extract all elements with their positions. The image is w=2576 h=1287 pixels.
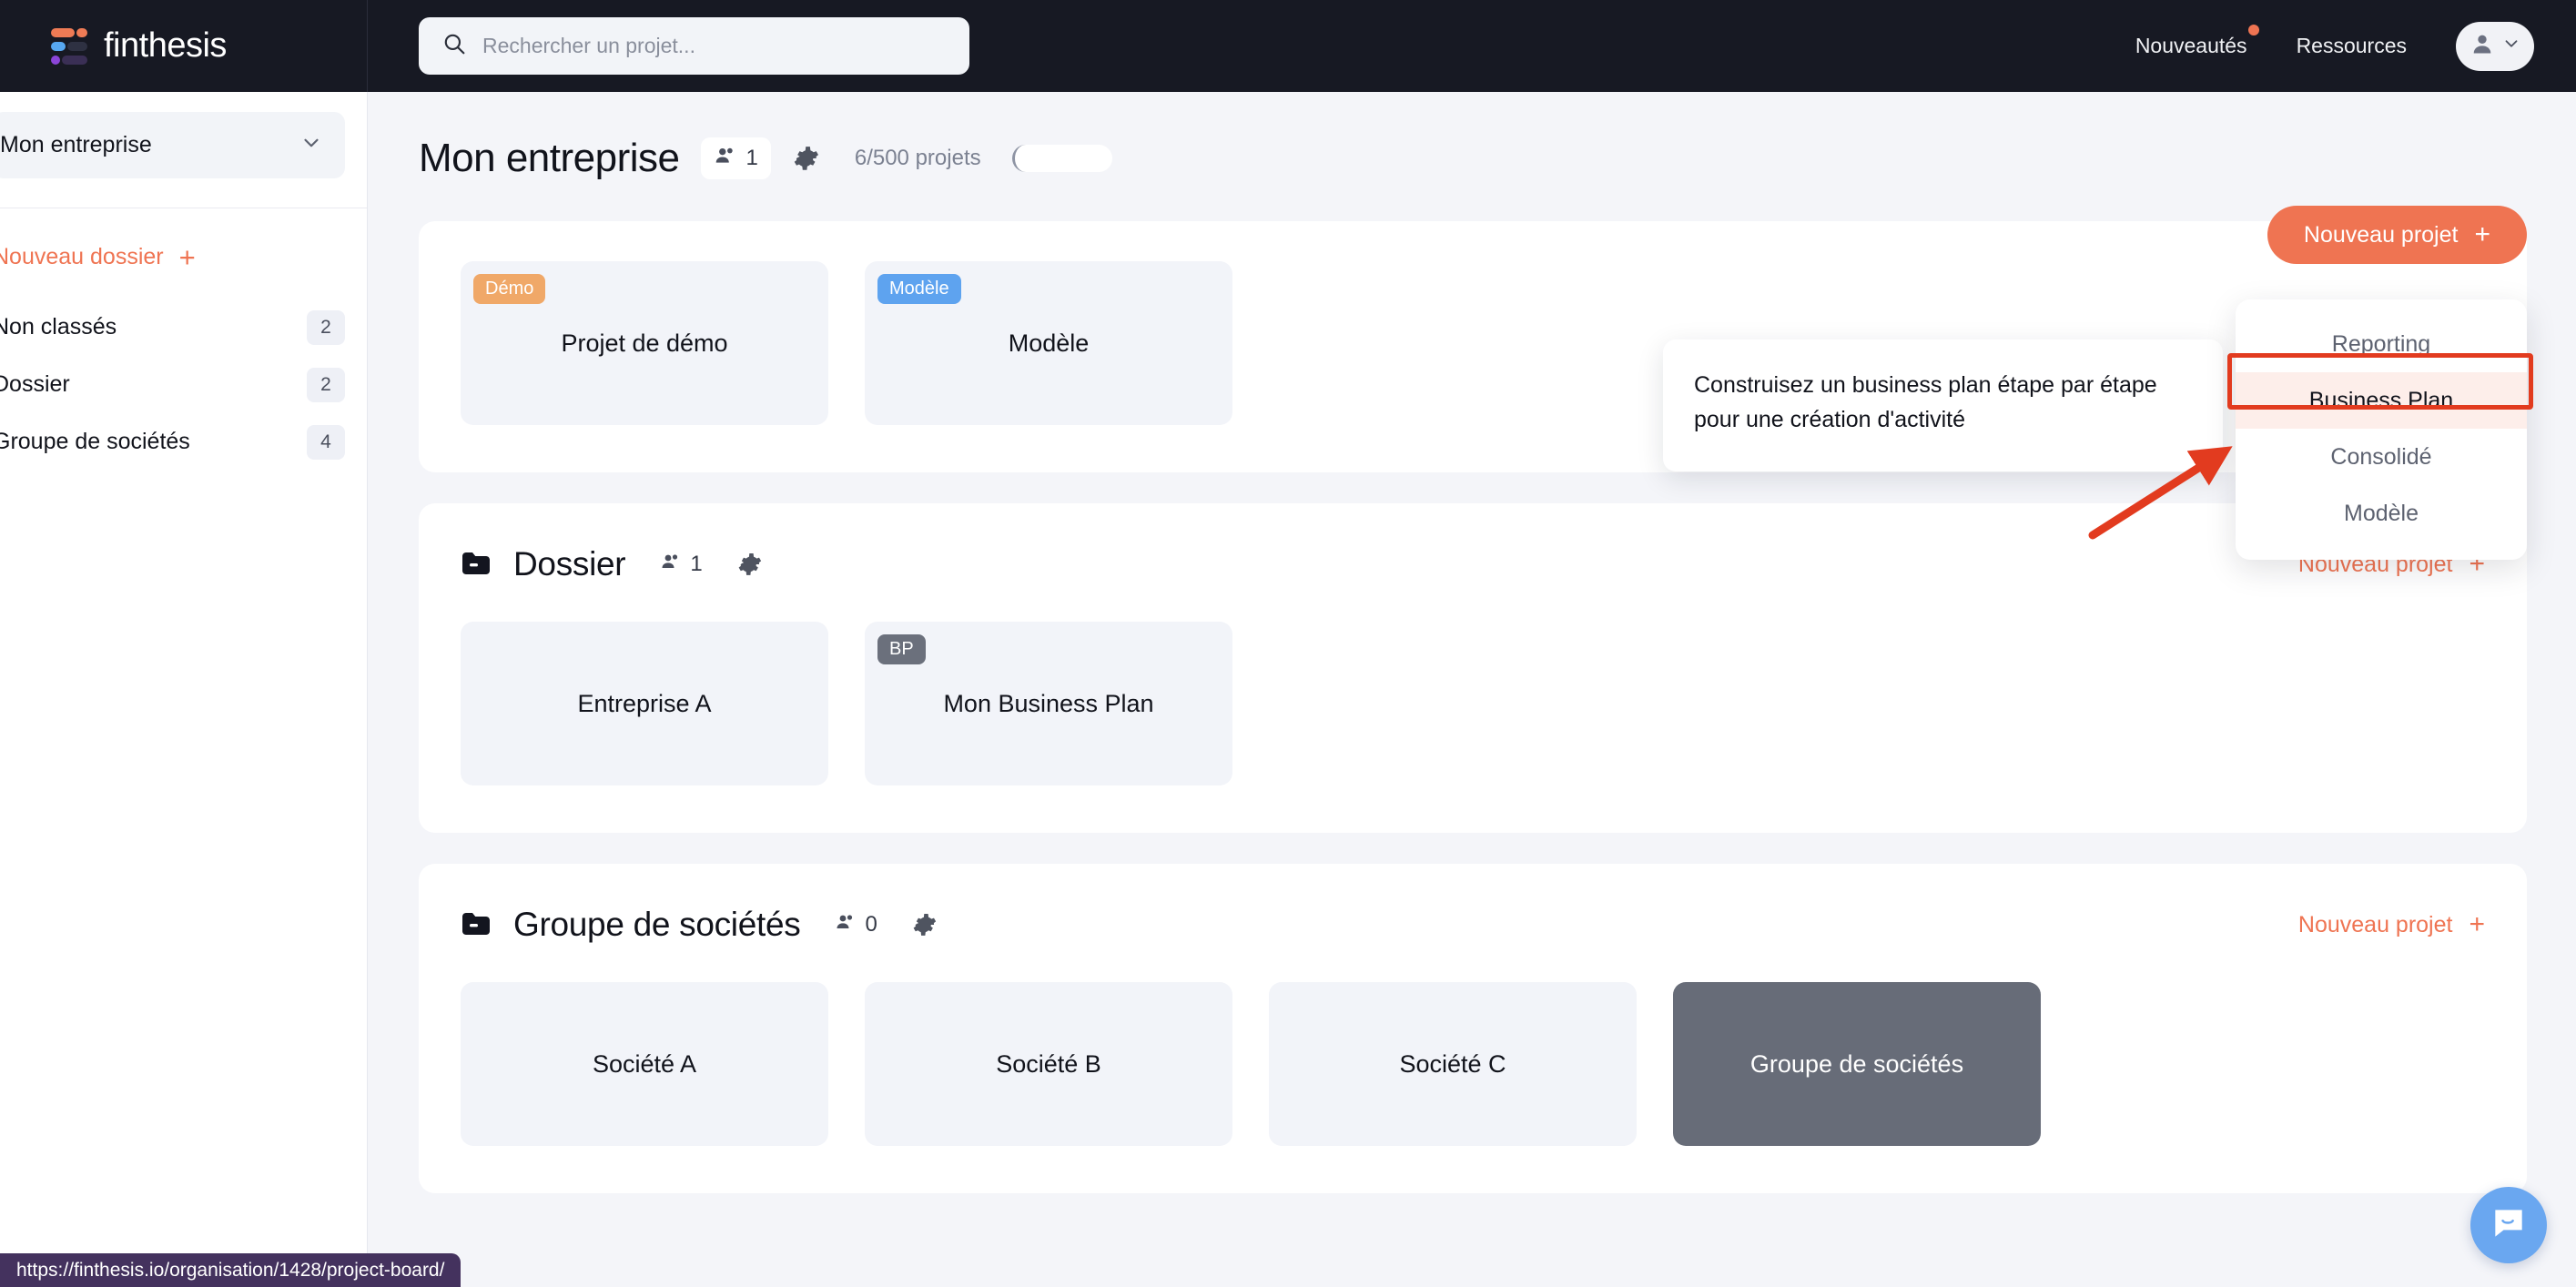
nav-right-group: Nouveautés Ressources xyxy=(2135,21,2576,71)
dropdown-item-business-plan[interactable]: Business Plan xyxy=(2236,372,2527,429)
status-badge: Modèle xyxy=(877,274,961,304)
project-card-name: Mon Business Plan xyxy=(943,689,1154,717)
plus-icon: + xyxy=(2474,219,2490,249)
quota-label: 6/500 projets xyxy=(854,146,981,170)
project-card-societe-a[interactable]: Société A xyxy=(461,982,828,1146)
project-card-societe-c[interactable]: Société C xyxy=(1269,982,1637,1146)
gear-icon[interactable] xyxy=(912,912,938,937)
panel-header: Dossier 1 Nouveau projet + xyxy=(461,543,2485,585)
dropdown-item-reporting[interactable]: Reporting xyxy=(2236,316,2527,372)
sidebar: Mon entreprise Nouveau dossier + Non cla… xyxy=(0,92,368,1287)
members-count: 1 xyxy=(690,552,703,576)
project-card-societe-b[interactable]: Société B xyxy=(865,982,1232,1146)
main-content: Mon entreprise 1 6/500 projets Nouveau p… xyxy=(368,92,2576,1287)
panel-groupe-de-societes: Groupe de sociétés 0 Nouveau projet + So… xyxy=(419,864,2527,1193)
new-project-button-label: Nouveau projet xyxy=(2303,221,2459,248)
account-menu-button[interactable] xyxy=(2456,21,2534,71)
members-icon xyxy=(714,144,737,174)
chevron-down-icon xyxy=(2501,34,2521,58)
plus-icon: + xyxy=(2469,909,2485,939)
plus-icon: + xyxy=(178,241,196,273)
project-card-mon-business-plan[interactable]: BP Mon Business Plan xyxy=(865,622,1232,785)
members-icon xyxy=(660,551,682,579)
sidebar-item-label: Groupe de sociétés xyxy=(0,429,190,454)
org-selector-label: Mon entreprise xyxy=(0,132,152,157)
project-card-name: Société C xyxy=(1399,1049,1506,1078)
search-icon xyxy=(442,32,466,60)
sidebar-item-groupe-de-societes[interactable]: Groupe de sociétés 4 xyxy=(0,413,367,471)
gear-icon[interactable] xyxy=(793,145,820,172)
project-card-name: Projet de démo xyxy=(561,329,728,357)
dropdown-item-label: Business Plan xyxy=(2308,387,2454,413)
panel-header: Groupe de sociétés 0 Nouveau projet + xyxy=(461,904,2485,946)
card-grid: Société A Société B Société C Groupe de … xyxy=(461,982,2485,1146)
search-box[interactable] xyxy=(419,17,969,75)
new-project-dropdown-menu: Reporting Business Plan Consolidé Modèle xyxy=(2236,299,2527,560)
members-count: 0 xyxy=(865,912,877,937)
status-badge: Démo xyxy=(473,274,546,304)
members-badge[interactable]: 1 xyxy=(647,543,715,585)
status-badge: BP xyxy=(877,634,926,664)
panel-new-project-link[interactable]: Nouveau projet + xyxy=(2298,911,2485,938)
org-selector[interactable]: Mon entreprise xyxy=(0,112,345,178)
project-card-entreprise-a[interactable]: Entreprise A xyxy=(461,622,828,785)
page-header: Mon entreprise 1 6/500 projets xyxy=(368,92,2576,181)
folder-collapse-icon[interactable] xyxy=(461,911,492,938)
dropdown-item-label: Consolidé xyxy=(2330,443,2432,470)
members-icon xyxy=(835,911,857,939)
project-card-name: Entreprise A xyxy=(577,689,712,717)
dropdown-item-label: Modèle xyxy=(2344,500,2419,526)
sidebar-item-dossier[interactable]: Dossier 2 xyxy=(0,356,367,413)
page-title: Mon entreprise xyxy=(419,136,680,180)
sidebar-item-count: 2 xyxy=(307,309,345,345)
members-badge[interactable]: 1 xyxy=(701,137,771,179)
gear-icon[interactable] xyxy=(737,552,763,577)
project-card-groupe-de-societes[interactable]: Groupe de sociétés xyxy=(1673,982,2041,1146)
search-zone xyxy=(368,17,2135,75)
sidebar-item-label: Non classés xyxy=(0,314,117,339)
brand-zone[interactable]: finthesis xyxy=(0,0,368,92)
project-card-name: Modèle xyxy=(1008,329,1090,357)
browser-status-url: https://finthesis.io/organisation/1428/p… xyxy=(0,1253,461,1287)
quota-progress-bar xyxy=(1011,145,1112,172)
top-navigation-bar: finthesis Nouveautés Ressources xyxy=(0,0,2576,92)
project-card-modele[interactable]: Modèle Modèle xyxy=(865,261,1232,425)
sidebar-item-count: 2 xyxy=(307,367,345,402)
nav-link-ressources-label: Ressources xyxy=(2296,34,2407,57)
panel-dossier: Dossier 1 Nouveau projet + Entreprise A … xyxy=(419,503,2527,833)
nav-link-nouveautes-label: Nouveautés xyxy=(2135,34,2247,57)
dropdown-item-modele[interactable]: Modèle xyxy=(2236,485,2527,542)
panel-title: Groupe de sociétés xyxy=(513,906,801,943)
panel-new-project-label: Nouveau projet xyxy=(2297,911,2453,937)
user-icon xyxy=(2470,31,2495,61)
sidebar-item-count: 4 xyxy=(307,424,345,460)
project-card-name: Groupe de sociétés xyxy=(1749,1049,1964,1078)
sidebar-folder-list: Non classés 2 Dossier 2 Groupe de sociét… xyxy=(0,299,367,471)
new-project-button[interactable]: Nouveau projet + xyxy=(2267,206,2527,264)
brand-name: finthesis xyxy=(104,26,227,65)
dropdown-item-label: Reporting xyxy=(2331,330,2431,357)
sidebar-item-non-classes[interactable]: Non classés 2 xyxy=(0,299,367,356)
business-plan-tooltip: Construisez un business plan étape par é… xyxy=(1663,339,2223,471)
members-badge[interactable]: 0 xyxy=(822,904,890,946)
chat-widget-button[interactable] xyxy=(2470,1187,2547,1263)
project-card-name: Société A xyxy=(592,1049,697,1078)
nav-link-ressources[interactable]: Ressources xyxy=(2297,34,2407,58)
card-grid: Entreprise A BP Mon Business Plan xyxy=(461,622,2485,785)
search-input[interactable] xyxy=(482,34,946,58)
folder-collapse-icon[interactable] xyxy=(461,551,492,578)
nav-link-nouveautes[interactable]: Nouveautés xyxy=(2135,25,2259,58)
members-count: 1 xyxy=(745,146,758,170)
new-folder-button[interactable]: Nouveau dossier + xyxy=(0,208,367,271)
chat-bubble-icon xyxy=(2489,1203,2529,1248)
project-card-name: Société B xyxy=(996,1049,1101,1078)
project-card-projet-de-demo[interactable]: Démo Projet de démo xyxy=(461,261,828,425)
chevron-down-icon xyxy=(299,131,323,159)
notification-dot-icon xyxy=(2247,25,2259,35)
finthesis-logo-icon xyxy=(51,27,87,65)
sidebar-item-label: Dossier xyxy=(0,371,70,397)
panel-title: Dossier xyxy=(513,545,626,583)
new-folder-label: Nouveau dossier xyxy=(0,244,164,269)
dropdown-item-consolide[interactable]: Consolidé xyxy=(2236,429,2527,485)
